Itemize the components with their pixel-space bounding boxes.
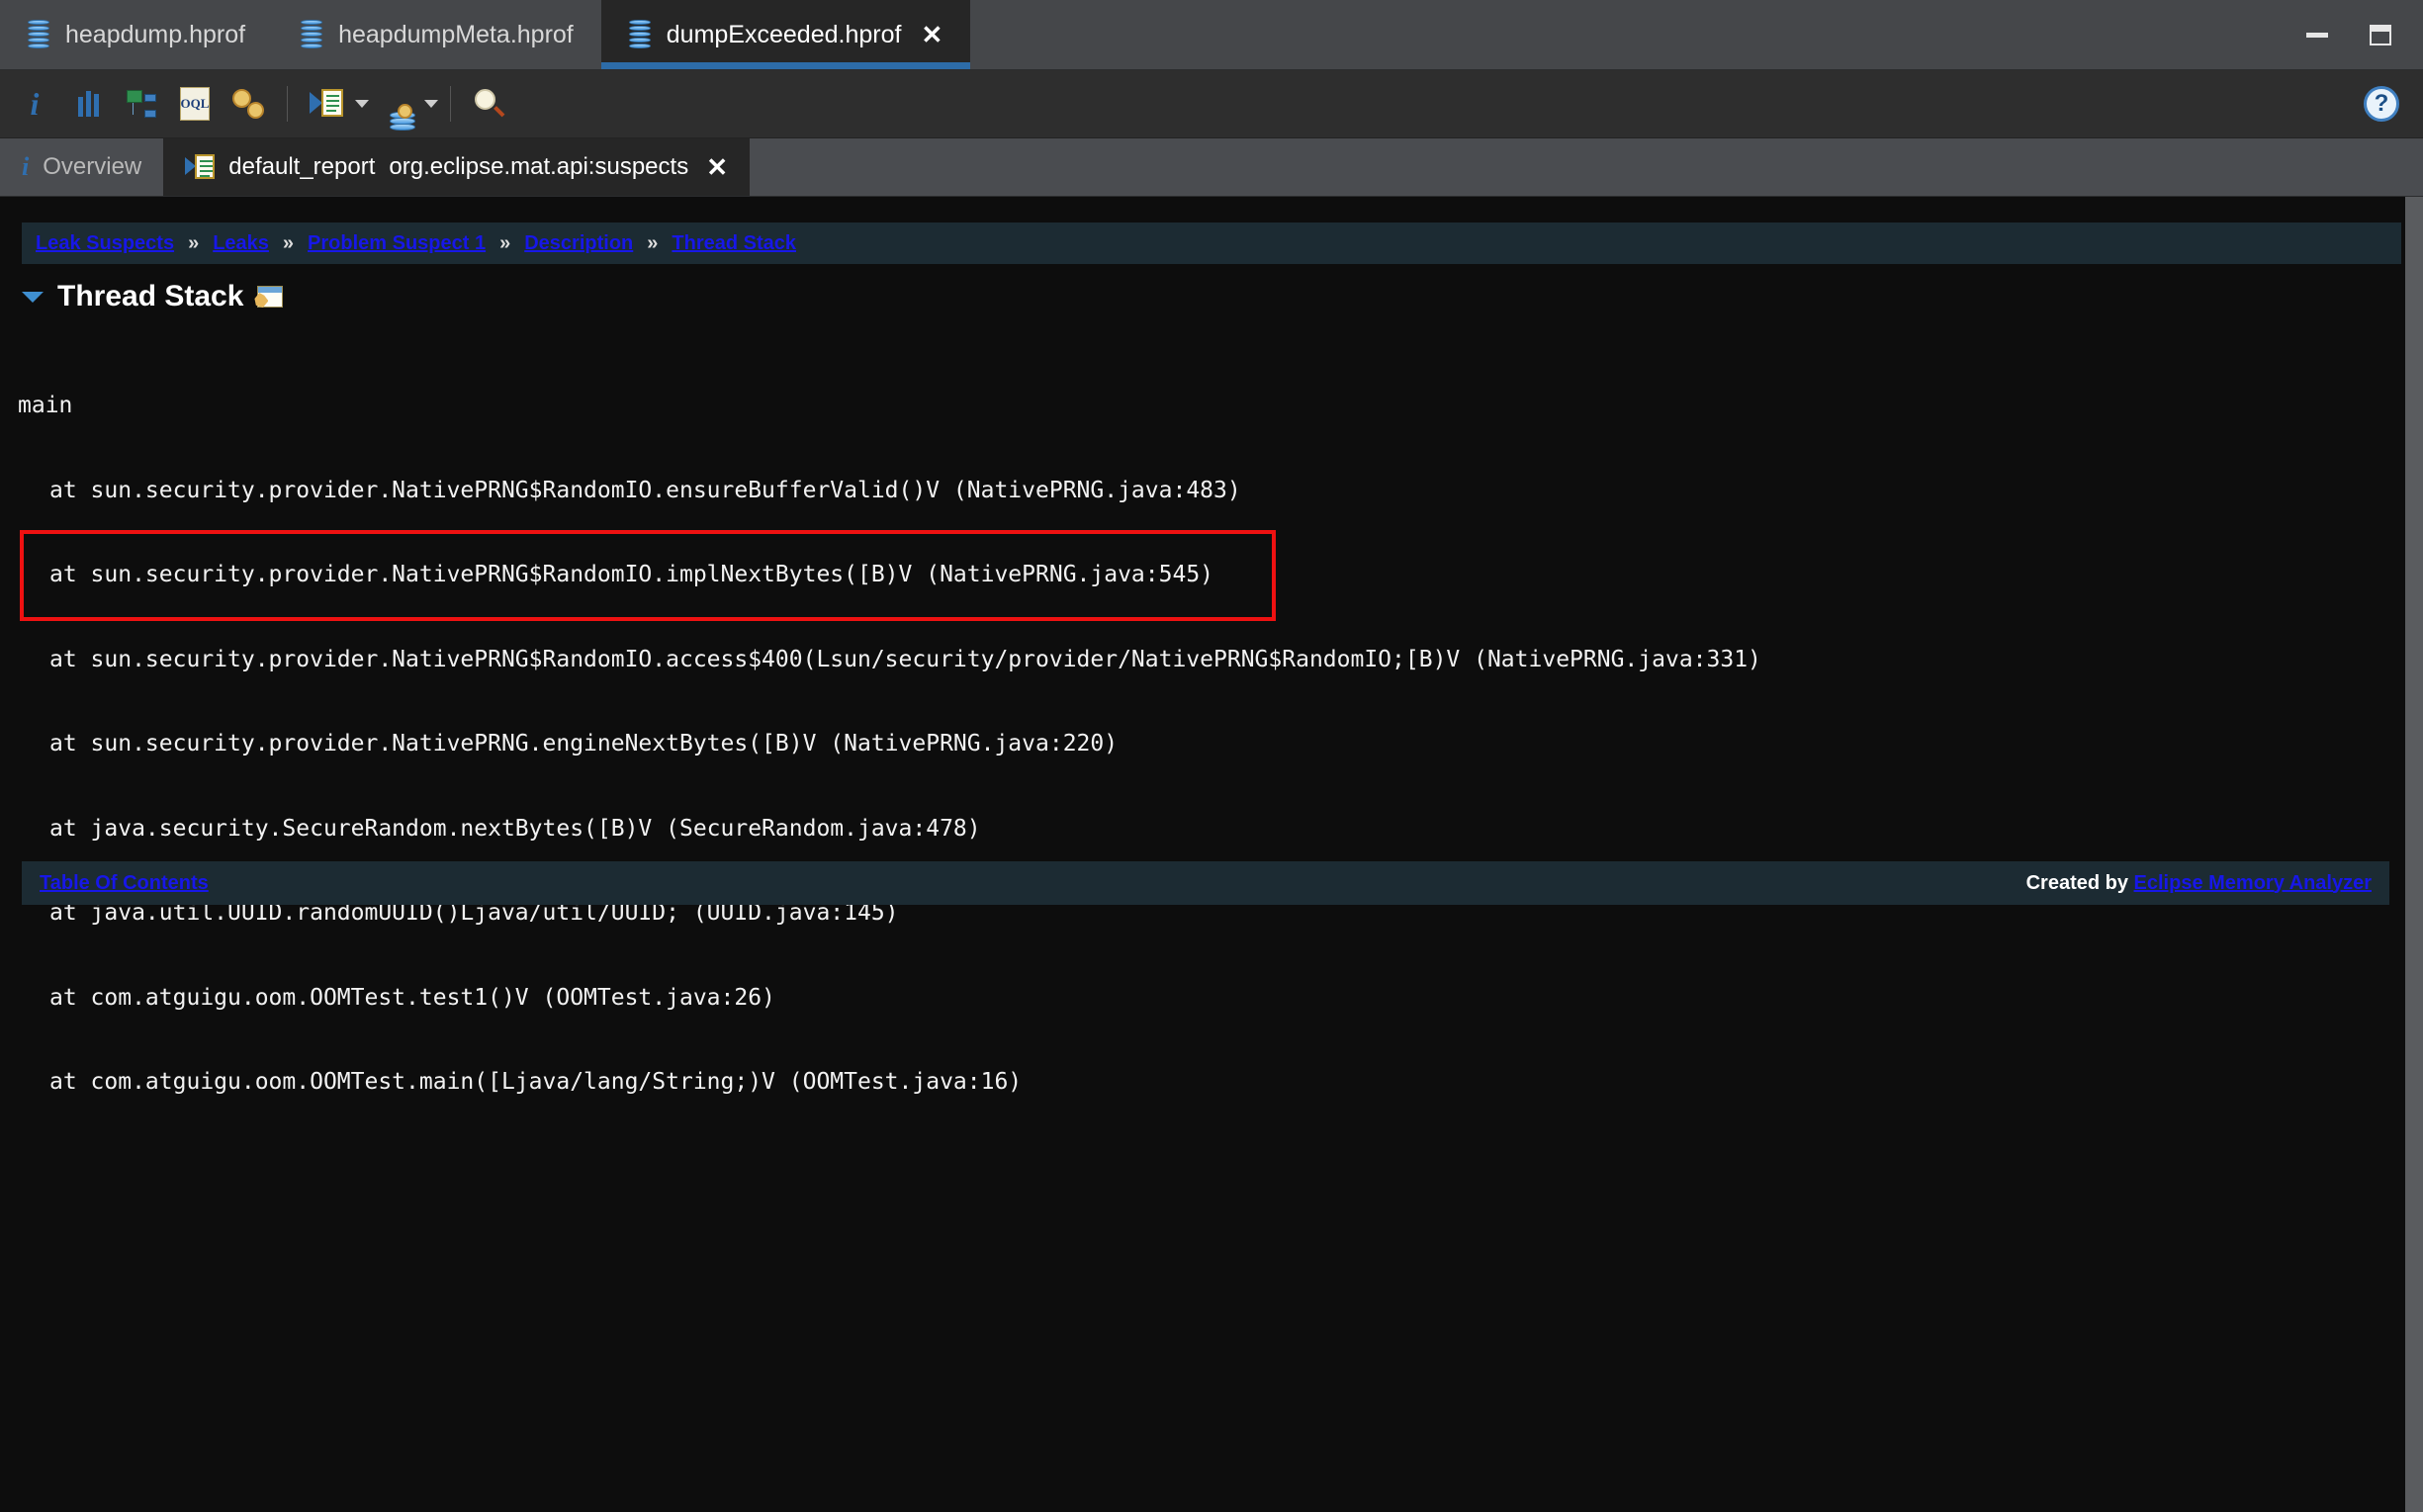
file-tab-heapdump[interactable]: heapdump.hprof: [0, 0, 273, 69]
find-object-icon: [475, 89, 505, 119]
breadcrumb-thread-stack[interactable]: Thread Stack: [672, 232, 796, 255]
stack-frame: at sun.security.provider.NativePRNG$Rand…: [49, 477, 1241, 503]
find-object-button[interactable]: [467, 81, 512, 127]
tab-label: default_report: [228, 153, 376, 180]
file-tab-heapdumpmeta[interactable]: heapdumpMeta.hprof: [273, 0, 601, 69]
breadcrumb-description[interactable]: Description: [524, 232, 633, 255]
stack-frame: at sun.security.provider.NativePRNG$Rand…: [49, 646, 1761, 672]
thread-name: main: [18, 393, 73, 418]
created-by-label: Created by Eclipse Memory Analyzer: [2026, 872, 2372, 895]
calculate-retained-size-icon: [232, 89, 264, 119]
file-tab-label: heapdump.hprof: [65, 20, 246, 48]
report-content: Leak Suspects » Leaks » Problem Suspect …: [0, 197, 2423, 1512]
help-button[interactable]: ?: [2364, 86, 2399, 122]
breadcrumb-separator: »: [499, 231, 511, 254]
report-icon: [185, 154, 216, 180]
heap-dump-icon: [301, 20, 323, 49]
maximize-icon: [2370, 24, 2391, 45]
thread-stack-trace: main at sun.security.provider.NativePRNG…: [10, 335, 2423, 1153]
file-tab-label: heapdumpMeta.hprof: [338, 20, 574, 48]
close-icon[interactable]: ✕: [706, 154, 728, 180]
window-titlebar: heapdump.hprof heapdumpMeta.hprof dumpEx…: [0, 0, 2423, 70]
overview-info-button[interactable]: i: [12, 81, 57, 127]
oql-button[interactable]: OQL: [172, 81, 218, 127]
run-report-icon: [310, 89, 343, 119]
breadcrumb-separator: »: [647, 231, 659, 254]
dominator-tree-button[interactable]: [119, 81, 164, 127]
main-toolbar: i OQL ?: [0, 70, 2423, 138]
query-browser-icon: [379, 89, 415, 131]
toolbar-separator: [287, 86, 288, 122]
vertical-scrollbar[interactable]: [2405, 197, 2423, 1512]
query-browser-chevron-down-icon[interactable]: [424, 100, 438, 108]
collapse-twisty-icon[interactable]: [22, 291, 44, 303]
breadcrumb-separator: »: [282, 231, 295, 254]
window-controls: [2300, 0, 2423, 69]
breadcrumb-leaks[interactable]: Leaks: [213, 232, 269, 255]
breadcrumb-leak-suspects[interactable]: Leak Suspects: [36, 232, 174, 255]
calculate-retained-size-button[interactable]: [225, 81, 271, 127]
file-tab-dumpexceeded[interactable]: dumpExceeded.hprof ✕: [600, 0, 971, 69]
section-header-thread-stack: Thread Stack: [22, 280, 2423, 313]
file-tab-label: dumpExceeded.hprof: [666, 20, 902, 48]
tab-label-secondary: org.eclipse.mat.api:suspects: [389, 153, 689, 180]
stack-frame: at java.security.SecureRandom.nextBytes(…: [49, 815, 981, 842]
oql-icon: OQL: [180, 87, 210, 121]
histogram-button[interactable]: [65, 81, 111, 127]
dominator-tree-icon: [127, 90, 156, 118]
heap-dump-icon: [628, 20, 651, 49]
stack-frame: at sun.security.provider.NativePRNG.engi…: [49, 731, 1119, 756]
query-browser-button[interactable]: [373, 81, 418, 131]
run-report-chevron-down-icon[interactable]: [355, 100, 369, 108]
minimize-icon: [2306, 32, 2328, 38]
heap-dump-icon: [28, 20, 49, 49]
run-report-button[interactable]: [304, 81, 349, 127]
histogram-icon: [77, 91, 99, 117]
breadcrumb-separator: »: [188, 231, 200, 254]
breadcrumb: Leak Suspects » Leaks » Problem Suspect …: [22, 222, 2401, 264]
tab-overview[interactable]: i Overview: [0, 138, 163, 196]
tab-label: Overview: [43, 153, 142, 180]
thread-stack-icon: [257, 286, 284, 308]
created-by-prefix: Created by: [2025, 871, 2134, 894]
table-of-contents-link[interactable]: Table Of Contents: [40, 872, 209, 895]
tab-default-report[interactable]: default_report org.eclipse.mat.api:suspe…: [163, 138, 750, 196]
editor-tabbar: i Overview default_report org.eclipse.ma…: [0, 138, 2423, 197]
info-icon: i: [22, 152, 30, 181]
breadcrumb-problem-suspect-1[interactable]: Problem Suspect 1: [308, 232, 486, 255]
stack-frame: at sun.security.provider.NativePRNG$Rand…: [49, 562, 1214, 587]
minimize-button[interactable]: [2300, 18, 2334, 51]
page-title: Thread Stack: [57, 280, 244, 312]
eclipse-memory-analyzer-link[interactable]: Eclipse Memory Analyzer: [2134, 872, 2372, 894]
stack-frame: at com.atguigu.oom.OOMTest.test1()V (OOM…: [49, 984, 775, 1011]
toolbar-separator: [450, 86, 451, 122]
maximize-button[interactable]: [2364, 18, 2397, 51]
report-footer: Table Of Contents Created by Eclipse Mem…: [22, 861, 2389, 905]
close-icon[interactable]: ✕: [921, 22, 942, 47]
overview-info-icon: i: [30, 86, 40, 122]
stack-frame: at com.atguigu.oom.OOMTest.main([Ljava/l…: [49, 1069, 1023, 1095]
